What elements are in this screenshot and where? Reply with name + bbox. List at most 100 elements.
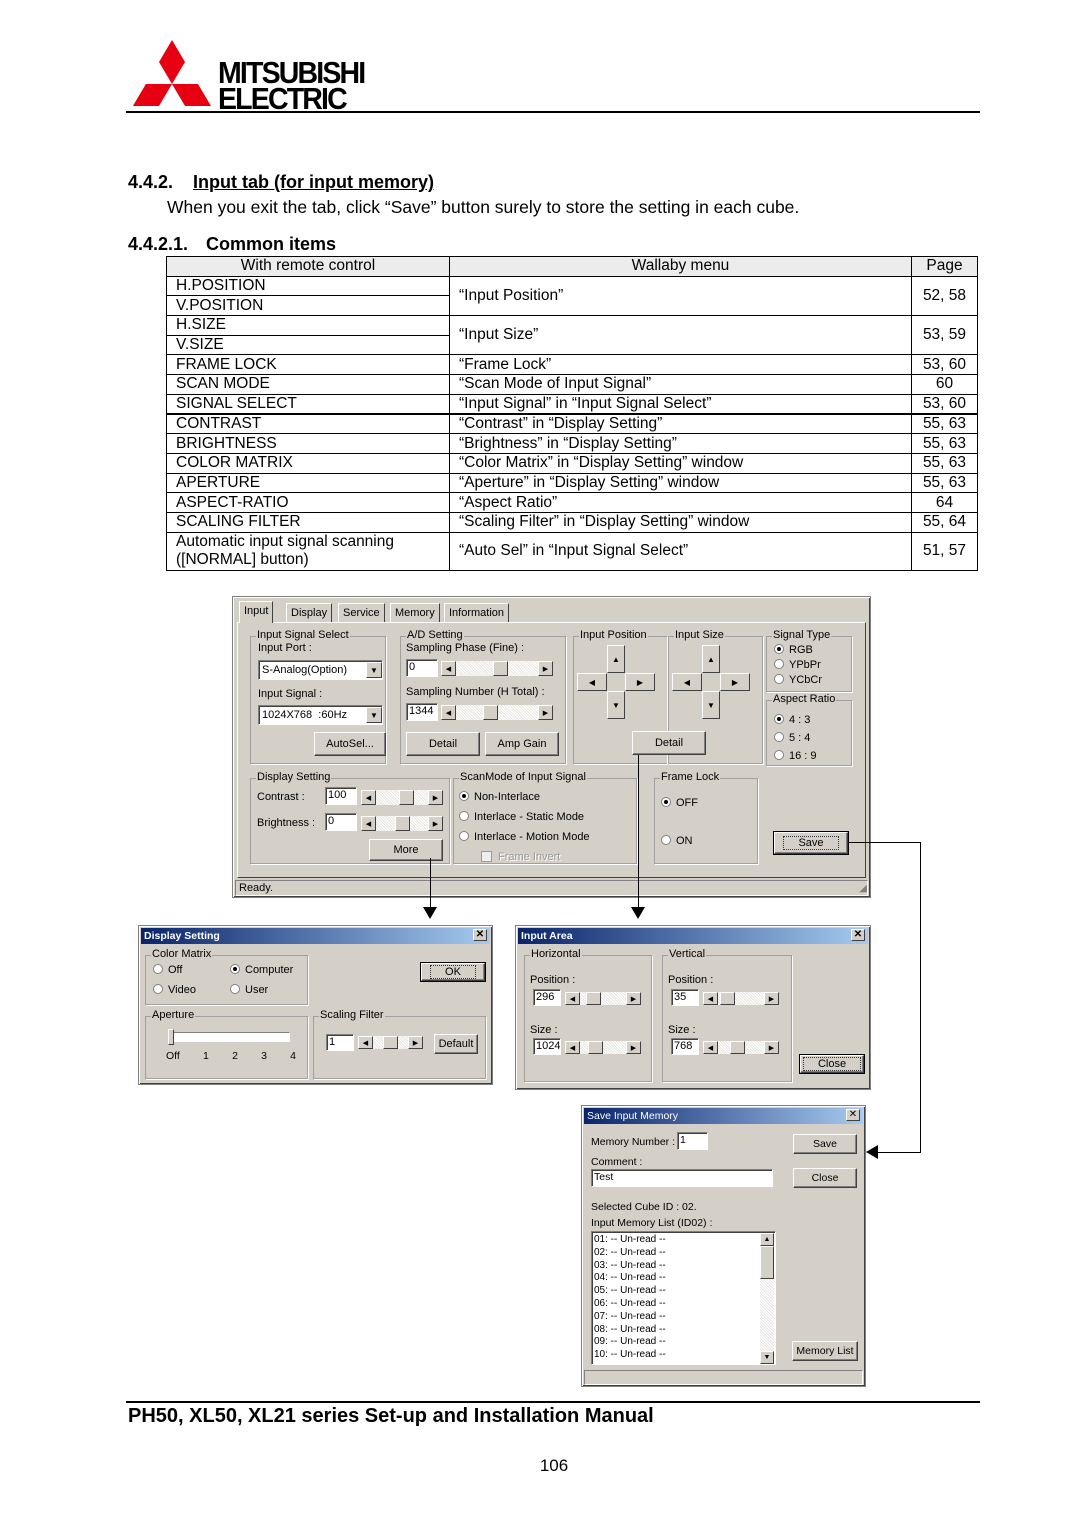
radio-icon[interactable] <box>459 811 469 821</box>
sampling-number-input[interactable]: 1344 <box>406 703 438 721</box>
close-icon[interactable]: ✕ <box>473 929 487 941</box>
radio-option[interactable]: 16 : 9 <box>774 747 817 765</box>
chevron-down-icon[interactable]: ▼ <box>366 662 382 678</box>
list-item[interactable]: 05: -- Un-read -- <box>592 1285 775 1298</box>
radio-icon[interactable] <box>774 714 784 724</box>
scroll-thumb[interactable] <box>760 1246 774 1279</box>
radio-icon[interactable] <box>230 964 240 974</box>
v-size-input[interactable]: 768 <box>671 1038 699 1055</box>
close-button[interactable]: Close <box>799 1054 865 1074</box>
input-signal-select[interactable]: 1024X768 :60Hz ▼ <box>258 705 383 725</box>
radio-option[interactable]: Interlace - Static Mode <box>459 807 590 827</box>
sampling-phase-input[interactable]: 0 <box>406 659 438 677</box>
radio-icon[interactable] <box>230 984 240 994</box>
tab-input[interactable]: Input <box>239 601 274 623</box>
v-position-input[interactable]: 35 <box>671 989 699 1006</box>
size-down-button[interactable]: ▼ <box>702 691 720 719</box>
right-arrow-icon[interactable]: ▶ <box>764 1041 779 1054</box>
resize-grip-icon[interactable]: ◢ <box>859 883 867 894</box>
list-item[interactable]: 09: -- Un-read -- <box>592 1336 775 1349</box>
radio-icon[interactable] <box>661 835 671 845</box>
list-item[interactable]: 03: -- Un-read -- <box>592 1260 775 1273</box>
right-arrow-icon[interactable]: ▶ <box>764 992 779 1005</box>
left-arrow-icon[interactable]: ◀ <box>565 992 580 1005</box>
right-arrow-icon[interactable]: ▶ <box>428 790 443 805</box>
radio-option[interactable]: 4 : 3 <box>774 711 817 729</box>
h-size-scrollbar[interactable]: ◀ ▶ <box>565 1041 641 1054</box>
position-left-button[interactable]: ◀ <box>577 673 607 691</box>
radio-option[interactable]: 5 : 4 <box>774 729 817 747</box>
more-button[interactable]: More <box>369 839 443 861</box>
right-arrow-icon[interactable]: ▶ <box>626 992 641 1005</box>
left-arrow-icon[interactable]: ◀ <box>703 1041 718 1054</box>
tab-information[interactable]: Information <box>444 603 510 623</box>
list-item[interactable]: 07: -- Un-read -- <box>592 1311 775 1324</box>
close-icon[interactable]: ✕ <box>846 1109 860 1121</box>
scroll-thumb[interactable] <box>395 816 410 831</box>
left-arrow-icon[interactable]: ◀ <box>441 705 456 720</box>
tab-display[interactable]: Display <box>286 603 333 623</box>
sampling-number-scrollbar[interactable]: ◀ ▶ <box>441 705 553 720</box>
scroll-down-icon[interactable]: ▼ <box>760 1351 774 1364</box>
radio-icon[interactable] <box>774 732 784 742</box>
aperture-slider-thumb[interactable] <box>168 1029 174 1045</box>
size-up-button[interactable]: ▲ <box>702 645 720 673</box>
position-right-button[interactable]: ▶ <box>625 673 655 691</box>
radio-icon[interactable] <box>661 797 671 807</box>
amp-gain-button[interactable]: Amp Gain <box>485 732 559 756</box>
radio-icon[interactable] <box>153 964 163 974</box>
comment-input[interactable]: Test <box>591 1169 773 1187</box>
radio-option[interactable]: RGB <box>774 643 822 658</box>
radio-icon[interactable] <box>774 659 784 669</box>
left-arrow-icon[interactable]: ◀ <box>565 1041 580 1054</box>
left-arrow-icon[interactable]: ◀ <box>441 661 456 676</box>
radio-option[interactable]: Non-Interlace <box>459 787 590 807</box>
scroll-thumb[interactable] <box>720 992 735 1005</box>
list-item[interactable]: 02: -- Un-read -- <box>592 1247 775 1260</box>
h-position-input[interactable]: 296 <box>533 989 561 1006</box>
scaling-filter-scrollbar[interactable]: ◀ ▶ <box>358 1036 423 1049</box>
radio-icon[interactable] <box>774 644 784 654</box>
left-arrow-icon[interactable]: ◀ <box>361 816 376 831</box>
radio-option[interactable]: Video <box>153 984 196 996</box>
right-arrow-icon[interactable]: ▶ <box>538 705 553 720</box>
scroll-thumb[interactable] <box>493 661 508 676</box>
right-arrow-icon[interactable]: ▶ <box>408 1036 423 1049</box>
default-button[interactable]: Default <box>434 1034 478 1054</box>
radio-icon[interactable] <box>774 674 784 684</box>
radio-option[interactable]: User <box>230 984 268 996</box>
scroll-thumb[interactable] <box>730 1041 745 1054</box>
scroll-up-icon[interactable]: ▲ <box>760 1233 774 1246</box>
memory-list[interactable]: 01: -- Un-read -- 02: -- Un-read -- 03: --… <box>591 1231 776 1365</box>
ad-detail-button[interactable]: Detail <box>406 732 480 756</box>
left-arrow-icon[interactable]: ◀ <box>361 790 376 805</box>
h-size-input[interactable]: 1024 <box>533 1038 561 1055</box>
h-position-scrollbar[interactable]: ◀ ▶ <box>565 992 641 1005</box>
close-memory-button[interactable]: Close <box>793 1168 857 1188</box>
radio-option[interactable]: Interlace - Motion Mode <box>459 827 590 847</box>
aperture-slider-track[interactable] <box>170 1032 290 1042</box>
position-up-button[interactable]: ▲ <box>607 645 625 673</box>
tab-service[interactable]: Service <box>338 603 385 623</box>
v-size-scrollbar[interactable]: ◀ ▶ <box>703 1041 779 1054</box>
scroll-thumb[interactable] <box>588 1041 603 1054</box>
brightness-scrollbar[interactable]: ◀ ▶ <box>361 816 443 831</box>
radio-icon[interactable] <box>774 750 784 760</box>
radio-icon[interactable] <box>459 791 469 801</box>
input-port-select[interactable]: S-Analog(Option) ▼ <box>258 660 383 680</box>
close-icon[interactable]: ✕ <box>851 929 865 941</box>
scroll-thumb[interactable] <box>483 705 498 720</box>
radio-icon[interactable] <box>153 984 163 994</box>
checkbox-icon[interactable] <box>481 851 492 862</box>
contrast-scrollbar[interactable]: ◀ ▶ <box>361 790 443 805</box>
list-item[interactable]: 06: -- Un-read -- <box>592 1298 775 1311</box>
v-position-scrollbar[interactable]: ◀ ▶ <box>703 992 779 1005</box>
position-size-detail-button[interactable]: Detail <box>632 731 706 755</box>
radio-icon[interactable] <box>459 831 469 841</box>
brightness-input[interactable]: 0 <box>325 813 357 831</box>
scroll-thumb[interactable] <box>383 1036 398 1049</box>
radio-option[interactable]: YPbPr <box>774 658 822 673</box>
save-button[interactable]: Save <box>773 831 849 855</box>
list-scrollbar[interactable]: ▲ ▼ <box>760 1233 774 1364</box>
chevron-down-icon[interactable]: ▼ <box>366 707 382 723</box>
